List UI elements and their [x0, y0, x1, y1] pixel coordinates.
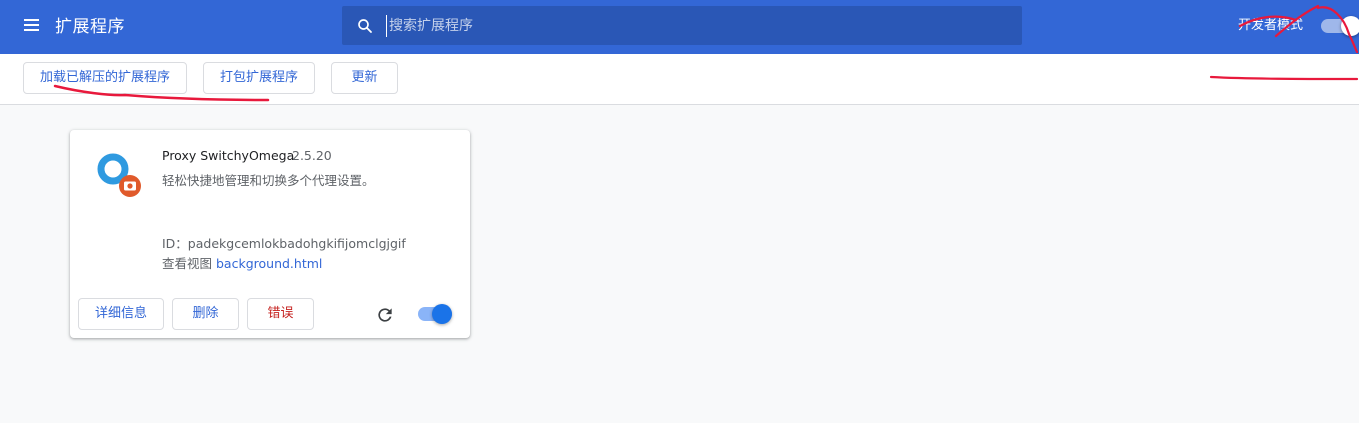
menu-icon[interactable]	[21, 16, 45, 38]
extension-enable-toggle[interactable]	[418, 304, 452, 324]
switchyomega-logo-icon	[97, 153, 141, 197]
developer-mode-label: 开发者模式	[1238, 18, 1304, 33]
toolbar: 加载已解压的扩展程序 打包扩展程序 更新	[0, 54, 1359, 105]
extension-name: Proxy SwitchyOmega	[162, 148, 295, 163]
extension-card: Proxy SwitchyOmega 2.5.20 轻松快捷地管理和切换多个代理…	[70, 130, 470, 338]
reload-icon[interactable]	[375, 305, 395, 325]
remove-button[interactable]: 删除	[172, 298, 239, 330]
load-unpacked-button[interactable]: 加载已解压的扩展程序	[23, 62, 187, 94]
search-icon	[358, 19, 372, 33]
inspect-views: 查看视图 background.html	[162, 255, 322, 273]
extension-version: 2.5.20	[292, 148, 332, 163]
errors-button[interactable]: 错误	[247, 298, 314, 330]
top-bar: 扩展程序 开发者模式	[0, 0, 1359, 54]
extension-description: 轻松快捷地管理和切换多个代理设置。	[162, 173, 375, 188]
page-title: 扩展程序	[55, 17, 125, 37]
developer-mode-toggle[interactable]	[1321, 16, 1359, 36]
pack-extension-button[interactable]: 打包扩展程序	[203, 62, 315, 94]
search-input[interactable]	[386, 15, 1006, 37]
details-button[interactable]: 详细信息	[78, 298, 164, 330]
update-button[interactable]: 更新	[331, 62, 398, 94]
inspect-views-label: 查看视图	[162, 256, 213, 271]
search-box[interactable]	[342, 6, 1022, 45]
extension-id: ID：padekgcemlokbadohgkifijomclgjgif	[162, 236, 406, 251]
background-page-link[interactable]: background.html	[216, 256, 322, 271]
